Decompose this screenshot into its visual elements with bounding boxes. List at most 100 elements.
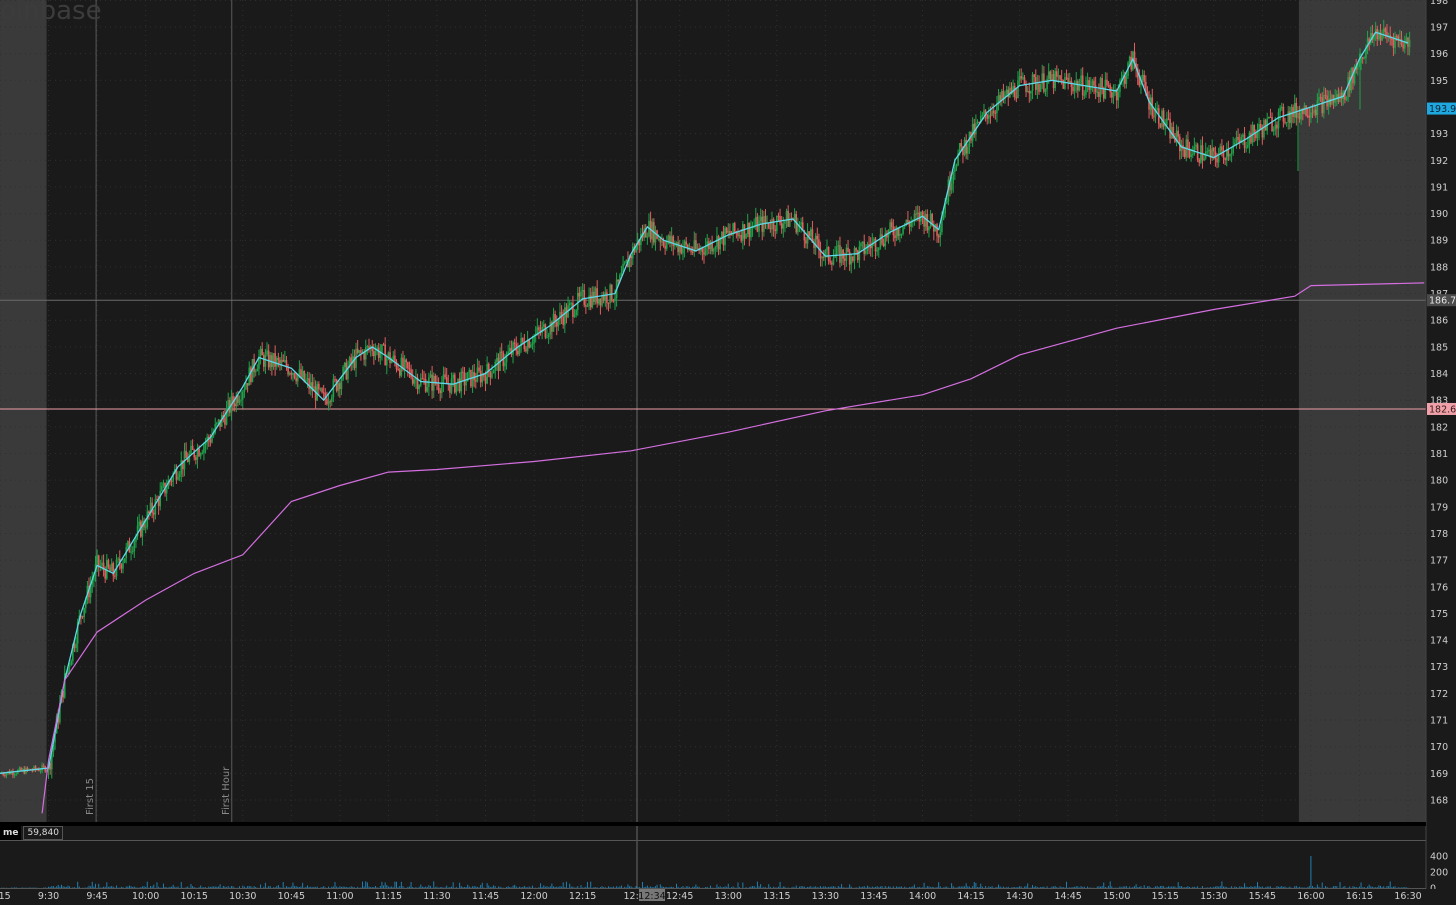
candle-body: [976, 121, 979, 123]
candle-body: [199, 453, 202, 457]
candle-body: [277, 358, 280, 360]
time-tick-label: 10:15: [181, 891, 208, 901]
candle-body: [1167, 118, 1170, 120]
candle-body: [774, 229, 777, 232]
candle-body: [479, 370, 482, 383]
price-tick-label: 182: [1430, 422, 1448, 433]
candle-body: [256, 368, 259, 372]
time-tick-label: 12:15: [569, 891, 596, 901]
candle-body: [1363, 58, 1366, 60]
time-tick-label: 10:00: [132, 891, 159, 901]
time-tick-label: 12:: [624, 891, 639, 901]
candle-body: [890, 222, 893, 227]
candle-body: [374, 350, 377, 357]
candle-body: [1073, 85, 1076, 92]
candle-body: [491, 373, 493, 378]
candle-body: [1321, 97, 1324, 114]
candle-body: [426, 387, 429, 392]
candle-body: [873, 238, 875, 242]
candle-body: [1201, 145, 1204, 161]
candle-body: [748, 222, 751, 238]
candle-body: [936, 224, 938, 236]
candle-body: [1345, 97, 1348, 100]
candle-body: [152, 512, 155, 515]
candle-body: [1259, 123, 1262, 129]
time-tick-label: 9:30: [38, 891, 59, 901]
candle-body: [274, 353, 276, 367]
candle-body: [924, 213, 927, 227]
candle-body: [360, 350, 362, 353]
candle-body: [1198, 159, 1201, 163]
candle-body: [869, 246, 872, 249]
candle-body: [1028, 91, 1031, 94]
candle-body: [685, 241, 687, 245]
candle-body: [1271, 117, 1273, 132]
candle-body: [306, 378, 309, 380]
candle-body: [1046, 78, 1048, 90]
candle-body: [262, 355, 265, 367]
candle-body: [1191, 154, 1194, 156]
candle-body: [1038, 84, 1040, 92]
candle-body: [1253, 125, 1256, 134]
candle-body: [1293, 102, 1296, 117]
candle-body: [1101, 78, 1103, 89]
candle-body: [437, 384, 440, 391]
candle-body: [928, 226, 930, 231]
candle-body: [772, 219, 775, 230]
candle-body: [847, 247, 849, 252]
candle-body: [572, 303, 574, 317]
candle-body: [703, 252, 705, 255]
candle-body: [771, 219, 773, 230]
candle-body: [575, 309, 577, 316]
candle-body: [865, 250, 867, 254]
candle-body: [185, 450, 187, 459]
candle-body: [733, 223, 736, 233]
candle-body: [282, 359, 285, 362]
candle-body: [114, 575, 116, 577]
candle-body: [109, 567, 111, 572]
candle-body: [821, 256, 823, 259]
candle-body: [727, 230, 730, 233]
candle-body: [852, 256, 854, 261]
candle-body: [334, 379, 336, 381]
candle-body: [695, 240, 697, 250]
candle-body: [1327, 98, 1330, 107]
candle-body: [127, 541, 129, 548]
candle-body: [952, 172, 955, 184]
candle-body: [1080, 75, 1082, 85]
candle-body: [1162, 110, 1165, 127]
candle-body: [1072, 86, 1074, 92]
candle-body: [233, 403, 236, 407]
candle-body: [992, 110, 995, 113]
chart-canvas[interactable]: First 15 First Hour 198 197 196 195 193 192 191 1…: [0, 0, 1456, 902]
candle-body: [573, 315, 576, 317]
candle-body: [816, 235, 819, 240]
candle-body: [860, 243, 862, 247]
candle-body: [1208, 149, 1210, 152]
candle-body: [1077, 80, 1079, 91]
candle-body: [544, 324, 547, 338]
candle-body: [1403, 42, 1406, 49]
candle-body: [1054, 71, 1056, 89]
candle-body: [614, 298, 616, 302]
candle-body: [808, 231, 810, 237]
candle-body: [379, 352, 382, 358]
candle-body: [478, 367, 480, 371]
candle-body: [75, 643, 77, 649]
candle-body: [1313, 109, 1315, 113]
candle-body: [403, 359, 406, 369]
candle-body: [1402, 44, 1404, 49]
candle-body: [667, 235, 670, 242]
candle-body: [1305, 105, 1307, 116]
candle-body: [442, 374, 445, 384]
candle-body: [538, 327, 540, 330]
candle-body: [44, 766, 47, 772]
candle-body: [1306, 115, 1309, 117]
time-tick-label: 13:15: [763, 891, 790, 901]
volume-value: 59,840: [23, 826, 63, 840]
candle-body: [241, 392, 244, 400]
candle-body: [926, 213, 929, 231]
candle-body: [779, 216, 781, 224]
price-chart[interactable]: First 15 First Hour 198 197 196 195 193 192 191 1…: [0, 0, 1456, 902]
candle-body: [945, 201, 948, 204]
